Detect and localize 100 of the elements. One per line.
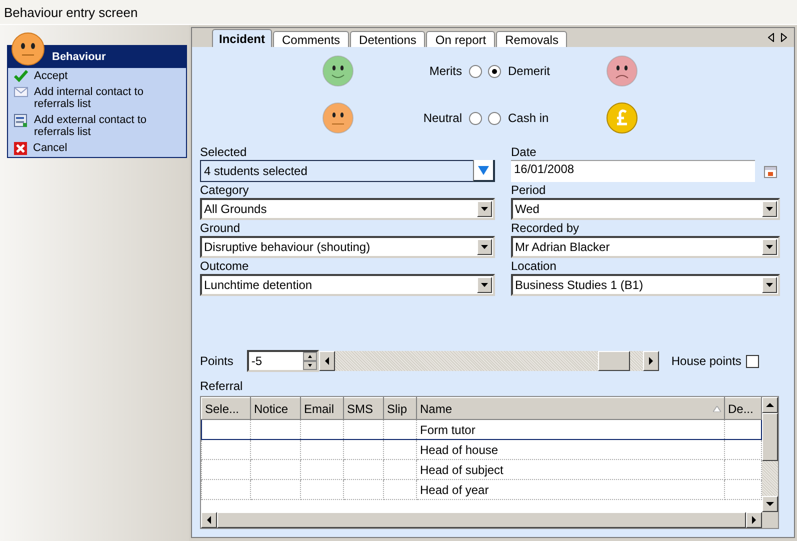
radio-button[interactable] (469, 64, 482, 78)
contact-card-icon (14, 114, 28, 128)
table-cell (202, 480, 250, 500)
table-cell: Head of year (416, 480, 724, 500)
field-label: Period (511, 182, 547, 198)
option-label: Neutral (422, 111, 462, 125)
right-arrow-icon[interactable] (752, 516, 756, 524)
task-link[interactable]: Cancel (33, 142, 163, 154)
left-arrow-icon[interactable] (207, 516, 211, 524)
down-arrow-icon[interactable] (766, 502, 774, 506)
points-slider[interactable] (319, 351, 660, 371)
spin-arrows-icon[interactable] (303, 352, 318, 370)
option-label: Cash in (508, 111, 550, 125)
column-header[interactable]: Email (300, 398, 344, 420)
dropdown[interactable]: Business Studies 1 (B1) (511, 274, 780, 296)
up-arrow-icon[interactable] (766, 403, 774, 407)
field-label: Recorded by (511, 220, 580, 236)
table-cell (250, 460, 300, 480)
dropdown-arrow-icon (481, 283, 488, 287)
field-label: Ground (200, 220, 242, 236)
neutral-face-icon (322, 102, 354, 134)
table-cell (384, 460, 416, 480)
column-header[interactable]: De... (724, 398, 762, 420)
happy-face-icon (322, 55, 354, 87)
points-spinner[interactable]: -5 (247, 350, 320, 372)
calendar-icon[interactable] (764, 164, 777, 178)
table-cell (300, 420, 344, 440)
table-cell (202, 420, 250, 440)
table-cell (300, 480, 344, 500)
window-title: Behaviour entry screen (4, 4, 138, 20)
table-cell (344, 420, 384, 440)
dropdown-arrow-icon (766, 283, 773, 287)
pound-coin-icon (606, 102, 638, 134)
field-label: Outcome (200, 258, 250, 274)
tab[interactable]: Incident (212, 29, 272, 47)
filter-button[interactable] (473, 160, 495, 182)
dropdown[interactable]: Wed (511, 198, 780, 220)
scroll-left-icon[interactable] (768, 33, 774, 42)
table-cell (250, 420, 300, 440)
column-header[interactable]: Slip (384, 398, 416, 420)
radio-button[interactable] (469, 112, 482, 124)
sort-arrow-icon (713, 406, 721, 412)
task-link[interactable]: Accept (34, 70, 164, 82)
filter-icon (478, 166, 489, 174)
table-cell (384, 480, 416, 500)
dropdown-arrow-icon (766, 245, 773, 249)
field-label: Selected (200, 144, 248, 160)
option-label: Merits (428, 64, 462, 78)
dropdown-arrow-icon (766, 207, 773, 211)
table-cell (384, 440, 416, 460)
dropdown-arrow-icon (481, 207, 488, 211)
table-cell (344, 480, 384, 500)
slider-thumb[interactable] (598, 351, 630, 371)
horizontal-scrollbar[interactable] (201, 512, 778, 528)
checkmark-icon (14, 70, 28, 82)
column-header[interactable]: SMS (344, 398, 384, 420)
table-cell (384, 420, 416, 440)
option-label: Demerit (508, 64, 552, 78)
dropdown[interactable]: Disruptive behaviour (shouting) (200, 236, 495, 258)
vertical-scrollbar[interactable] (762, 397, 778, 512)
house-points-label: House points (671, 354, 742, 368)
radio-button[interactable] (488, 112, 501, 124)
table-cell (300, 440, 344, 460)
right-arrow-icon[interactable] (649, 357, 654, 365)
column-header[interactable]: Notice (250, 398, 300, 420)
table-cell: Head of house (416, 440, 724, 460)
house-points-checkbox[interactable] (746, 354, 760, 368)
table-cell (344, 440, 384, 460)
task-box-title: Behaviour (52, 50, 106, 62)
dropdown[interactable]: All Grounds (200, 198, 495, 220)
tab[interactable]: Removals (496, 31, 568, 47)
scroll-right-icon[interactable] (781, 33, 787, 42)
date-field[interactable]: 16/01/2008 (511, 160, 755, 182)
table-cell (250, 480, 300, 500)
dropdown[interactable]: Mr Adrian Blacker (511, 236, 780, 258)
table-cell (250, 440, 300, 460)
table-cell: Form tutor (416, 420, 724, 440)
column-header[interactable]: Name (416, 398, 724, 420)
students-field[interactable]: 4 students selected (200, 160, 495, 182)
left-arrow-icon[interactable] (325, 357, 330, 365)
task-link[interactable]: Add internal contact to referrals list (34, 86, 164, 110)
field-label: Date (511, 144, 538, 160)
neutral-face-icon (11, 32, 45, 66)
column-header[interactable]: Sele... (202, 398, 250, 420)
radio-button[interactable] (488, 64, 501, 78)
table-cell (202, 460, 250, 480)
tab[interactable]: On report (426, 31, 496, 47)
task-link[interactable]: Add external contact to referrals list (34, 114, 164, 138)
dropdown[interactable]: Lunchtime detention (200, 274, 495, 296)
table-cell: Head of subject (416, 460, 724, 480)
table-cell (202, 440, 250, 460)
field-label: Category (200, 182, 250, 198)
tab[interactable]: Comments (273, 31, 350, 47)
table-cell (300, 460, 344, 480)
tab[interactable]: Detentions (350, 31, 426, 47)
close-icon (14, 142, 27, 155)
envelope-icon (14, 86, 28, 98)
field-label: Location (511, 258, 558, 274)
points-label: Points (200, 354, 234, 368)
dropdown-arrow-icon (481, 245, 488, 249)
